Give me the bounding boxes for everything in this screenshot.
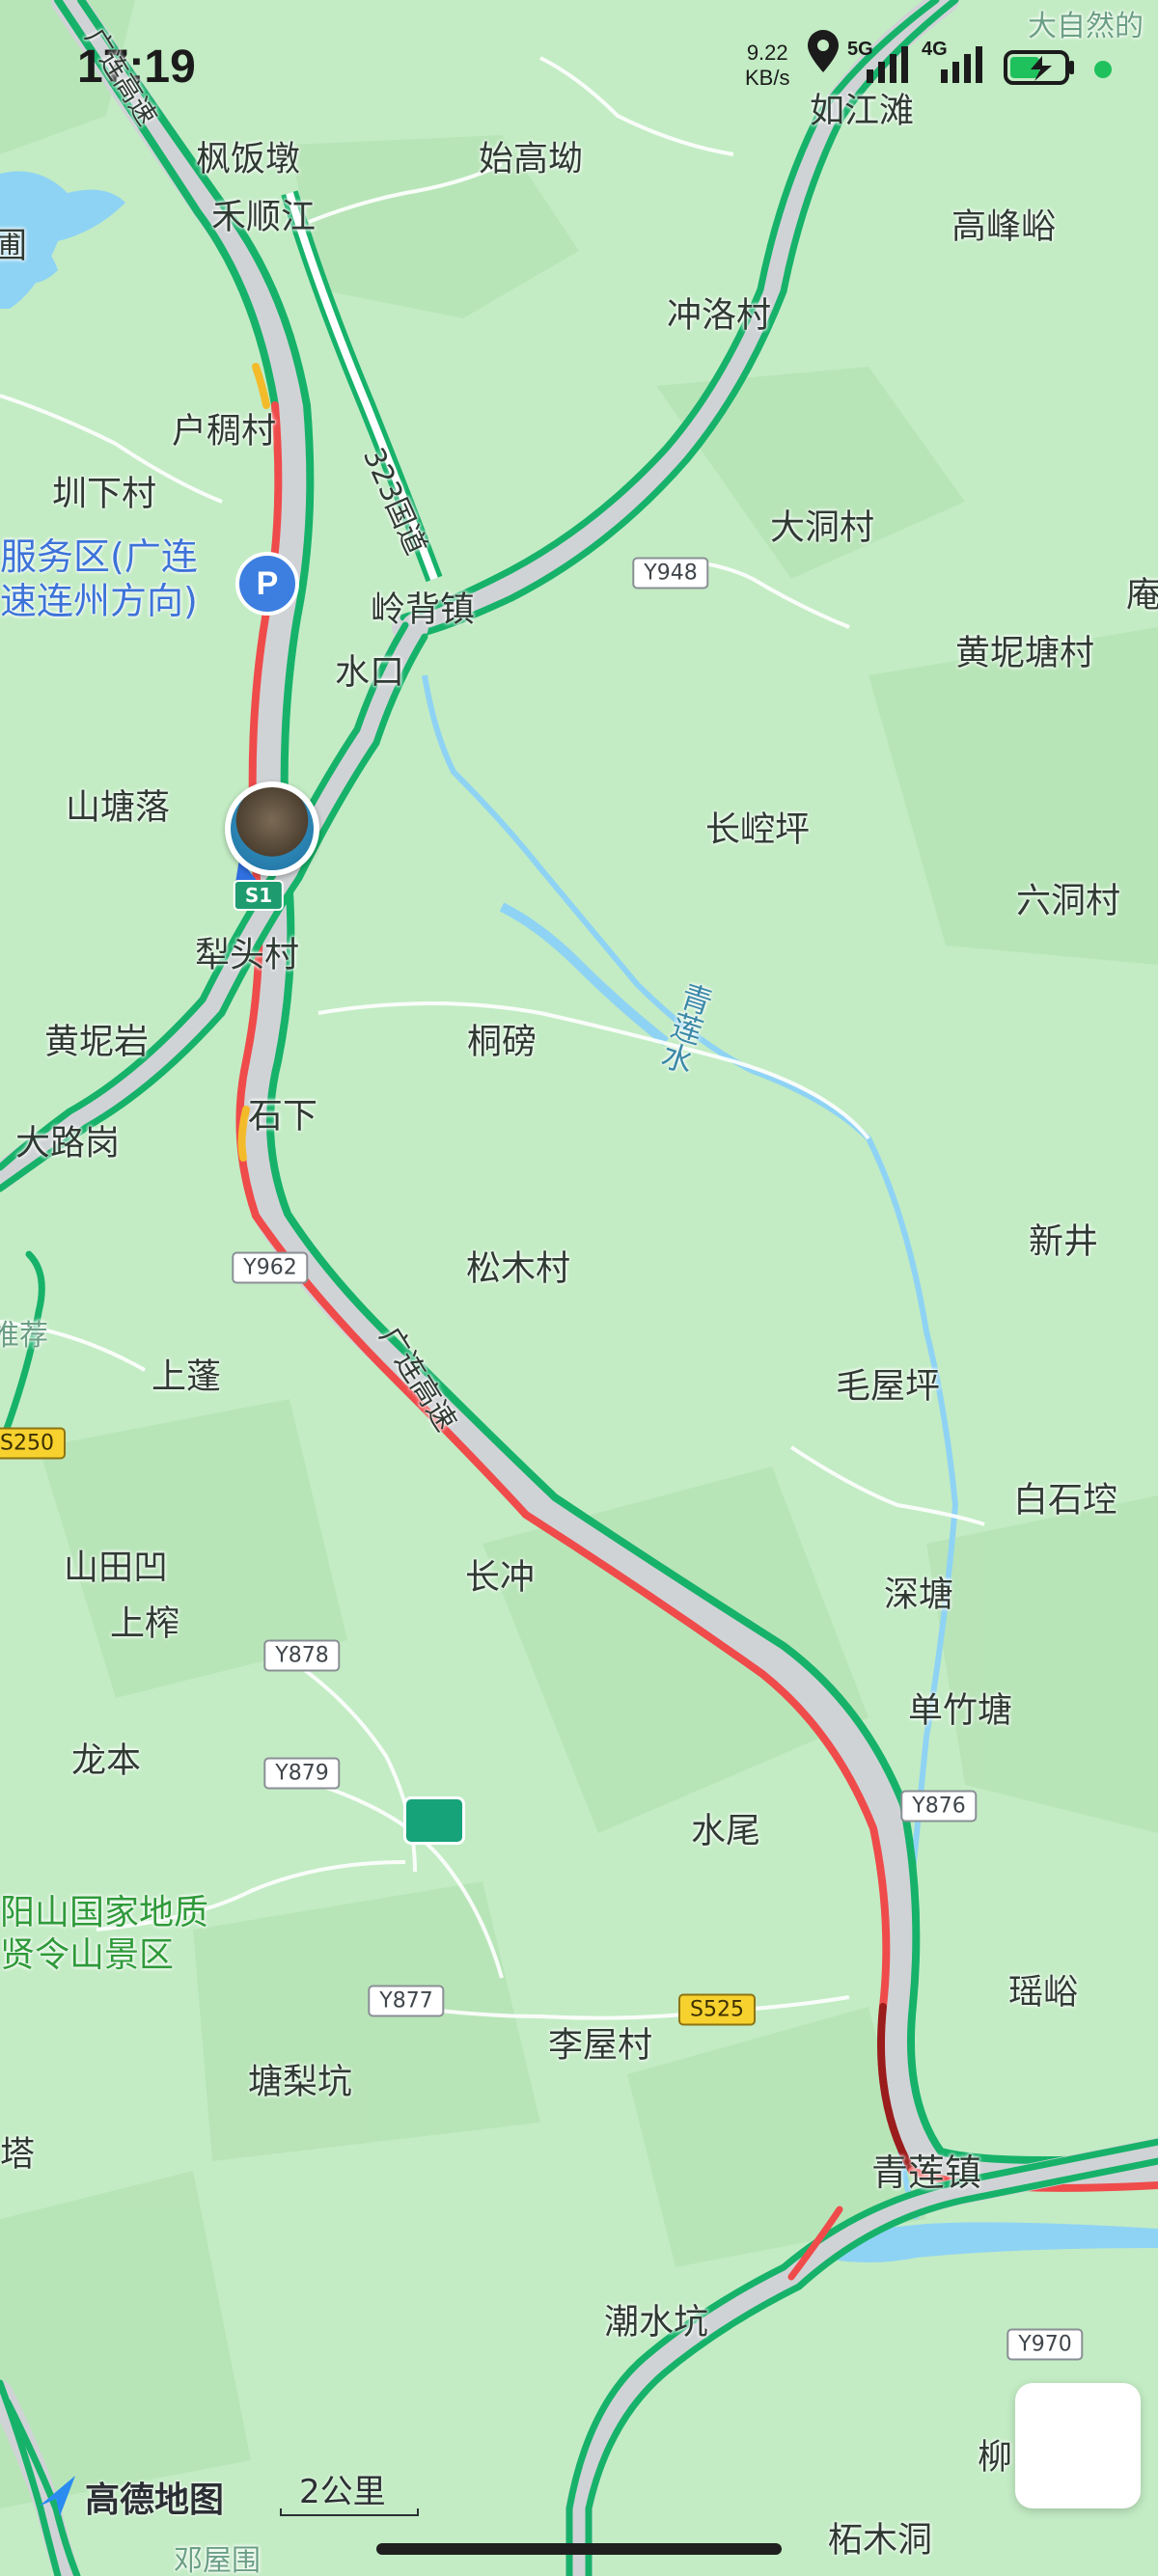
place-label[interactable]: 大自然的 bbox=[1028, 10, 1144, 44]
road-badge: Y948 bbox=[632, 557, 709, 589]
place-label[interactable]: 上榨 bbox=[110, 1603, 179, 1643]
terrain-shading bbox=[0, 0, 1158, 2508]
scale-label: 2公里 bbox=[299, 2473, 386, 2511]
map-canvas[interactable] bbox=[0, 0, 1158, 2576]
road-badge: S525 bbox=[678, 1993, 756, 2026]
place-label[interactable]: 深塘 bbox=[884, 1575, 953, 1614]
place-label[interactable]: 禾顺江 bbox=[211, 197, 316, 236]
place-label[interactable]: 犁头村 bbox=[195, 935, 299, 974]
place-label[interactable]: 始高坳 bbox=[479, 139, 583, 178]
road-badge: Y877 bbox=[368, 1985, 445, 2017]
user-location-avatar[interactable] bbox=[225, 781, 319, 876]
place-label[interactable]: 石下 bbox=[248, 1096, 317, 1136]
map-screen[interactable]: 17:19 9.22 KB/s 5G 4G 枫饭墩 始高坳 如江滩 禾顺江 高峰… bbox=[0, 0, 1158, 2576]
place-label[interactable]: 龙本 bbox=[71, 1740, 141, 1780]
place-label[interactable]: 山田凹 bbox=[64, 1548, 168, 1587]
place-label[interactable]: 户稠村 bbox=[172, 411, 276, 451]
brand-name: 高德地图 bbox=[85, 2480, 225, 2520]
scenic-area-label-line1[interactable]: 阳山国家地质 bbox=[0, 1893, 208, 1932]
place-label[interactable]: 长冲 bbox=[465, 1557, 535, 1597]
place-label[interactable]: 高峰峪 bbox=[951, 206, 1056, 246]
place-label[interactable]: 大路岗 bbox=[15, 1123, 120, 1163]
parking-icon[interactable]: P bbox=[235, 552, 299, 616]
place-label[interactable]: 黄坭岩 bbox=[44, 1022, 149, 1061]
place-label[interactable]: 岭背镇 bbox=[371, 589, 475, 629]
road-badge: Y970 bbox=[1006, 2328, 1084, 2361]
place-label[interactable]: 柘木洞 bbox=[828, 2520, 932, 2560]
scenic-area-label-line2[interactable]: 贤令山景区 bbox=[0, 1935, 174, 1975]
place-label[interactable]: 白石埪 bbox=[1013, 1480, 1117, 1520]
locate-me-button[interactable] bbox=[1015, 2383, 1141, 2508]
place-label[interactable]: 黄坭塘村 bbox=[955, 633, 1094, 672]
place-label[interactable]: 桐磅 bbox=[467, 1022, 537, 1061]
place-label-town[interactable]: 青莲镇 bbox=[871, 2151, 981, 2195]
place-label[interactable]: 单竹塘 bbox=[908, 1690, 1012, 1730]
expressway bbox=[51, 0, 1158, 2192]
place-label[interactable]: 推荐 bbox=[0, 1319, 48, 1354]
place-label[interactable]: 潮水坑 bbox=[604, 2302, 708, 2342]
place-label[interactable]: 松木村 bbox=[466, 1248, 570, 1288]
place-label[interactable]: 枫饭墩 bbox=[196, 139, 300, 178]
place-label[interactable]: 水尾 bbox=[691, 1811, 760, 1850]
status-bar: 17:19 9.22 KB/s 5G 4G bbox=[0, 0, 1158, 135]
place-label[interactable]: 塘梨坑 bbox=[248, 2062, 352, 2101]
network-speed-unit: KB/s bbox=[745, 66, 790, 90]
place-label[interactable]: 圳下村 bbox=[52, 474, 156, 513]
place-label[interactable]: 塔 bbox=[0, 2134, 35, 2174]
road-badge: Y876 bbox=[900, 1790, 978, 1822]
network-speed: 9.22 KB/s bbox=[745, 41, 789, 91]
place-label[interactable]: 李屋村 bbox=[548, 2025, 652, 2065]
network-speed-value: 9.22 bbox=[746, 41, 788, 65]
scale-bar bbox=[280, 2508, 419, 2516]
road-badge: Y878 bbox=[263, 1639, 341, 1672]
place-label[interactable]: 毛屋坪 bbox=[836, 1366, 940, 1406]
toll-station-icon[interactable] bbox=[403, 1796, 465, 1845]
service-area-label-line2[interactable]: 速连州方向) bbox=[0, 580, 198, 623]
place-label[interactable]: 长崆坪 bbox=[705, 809, 810, 849]
place-label[interactable]: 上蓬 bbox=[152, 1357, 221, 1396]
road-badge: Y879 bbox=[263, 1757, 341, 1790]
place-label[interactable]: 新井 bbox=[1029, 1221, 1098, 1261]
place-label[interactable]: 山塘落 bbox=[66, 787, 170, 827]
service-area-label-line1[interactable]: 服务区(广连 bbox=[0, 535, 198, 579]
place-label[interactable]: 瑶峪 bbox=[1008, 1972, 1078, 2012]
place-label[interactable]: 柳 bbox=[978, 2437, 1012, 2477]
place-label[interactable]: 冲洛村 bbox=[667, 295, 771, 335]
place-label[interactable]: 邓屋围 bbox=[174, 2544, 261, 2576]
road-badge: S250 bbox=[0, 1427, 66, 1460]
home-indicator[interactable] bbox=[376, 2543, 782, 2555]
place-label[interactable]: 庵 bbox=[1126, 575, 1158, 615]
network-4g: 4G bbox=[922, 39, 948, 60]
place-label[interactable]: 大洞村 bbox=[770, 507, 874, 547]
expressway-shield: S1 bbox=[233, 880, 285, 911]
road-badge: Y962 bbox=[232, 1251, 309, 1284]
place-label[interactable]: 如江滩 bbox=[810, 91, 914, 130]
network-5g: 5G bbox=[847, 39, 873, 60]
place-label[interactable]: 圃 bbox=[0, 226, 27, 265]
place-label[interactable]: 六洞村 bbox=[1016, 881, 1120, 920]
place-label[interactable]: 水口 bbox=[335, 652, 404, 692]
